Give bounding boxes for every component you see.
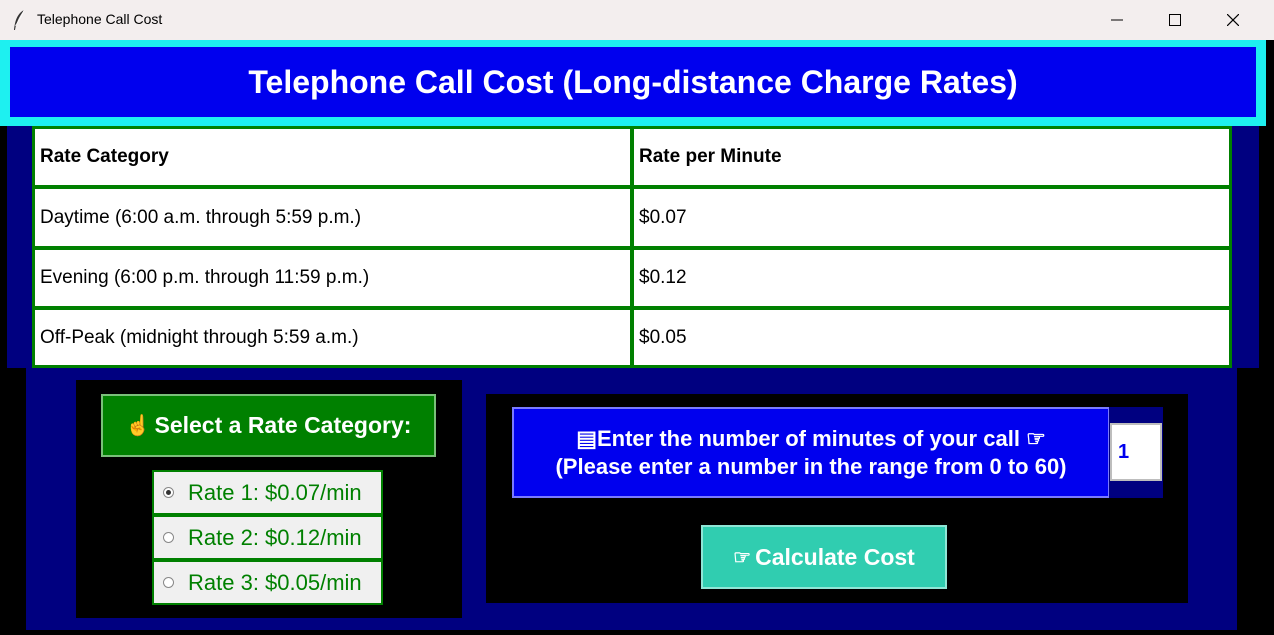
- table-header-category: Rate Category: [32, 126, 633, 188]
- minutes-label: ▤Enter the number of minutes of your cal…: [512, 407, 1110, 498]
- window-titlebar: Telephone Call Cost: [0, 0, 1274, 40]
- pointing-hand-icon: ☝: [125, 415, 151, 437]
- keyboard-icon: ▤: [576, 425, 597, 451]
- calculate-cost-button[interactable]: ☞ Calculate Cost: [701, 525, 947, 589]
- rate-option-3[interactable]: Rate 3: $0.05/min: [152, 560, 383, 605]
- page-header: Telephone Call Cost (Long-distance Charg…: [10, 47, 1256, 117]
- radio-button-checked[interactable]: [163, 487, 174, 498]
- maximize-icon: [1169, 14, 1181, 26]
- rate-selector-label: ☝ Select a Rate Category:: [101, 394, 436, 457]
- table-cell-category: Off-Peak (midnight through 5:59 a.m.): [32, 307, 633, 368]
- minimize-icon: [1111, 19, 1123, 21]
- close-icon: [1227, 14, 1239, 26]
- table-cell-rate: $0.07: [631, 186, 1232, 249]
- table-cell-rate: $0.05: [631, 307, 1232, 368]
- pointing-hand-icon: ☞: [733, 546, 752, 569]
- page-title: Telephone Call Cost (Long-distance Charg…: [248, 63, 1018, 100]
- pointing-hand-icon: ☞: [1026, 425, 1046, 451]
- rate-option-1[interactable]: Rate 1: $0.07/min: [152, 470, 383, 515]
- maximize-button[interactable]: [1146, 0, 1204, 40]
- radio-button[interactable]: [163, 532, 174, 543]
- minutes-input[interactable]: [1110, 423, 1162, 481]
- table-header-rate: Rate per Minute: [631, 126, 1232, 188]
- close-button[interactable]: [1204, 0, 1262, 40]
- table-cell-category: Evening (6:00 p.m. through 11:59 p.m.): [32, 247, 633, 309]
- minimize-button[interactable]: [1088, 0, 1146, 40]
- rate-option-2[interactable]: Rate 2: $0.12/min: [152, 515, 383, 560]
- table-cell-category: Daytime (6:00 a.m. through 5:59 p.m.): [32, 186, 633, 249]
- window-title: Telephone Call Cost: [37, 11, 163, 27]
- radio-button[interactable]: [163, 577, 174, 588]
- table-cell-rate: $0.12: [631, 247, 1232, 309]
- feather-icon: [14, 9, 25, 30]
